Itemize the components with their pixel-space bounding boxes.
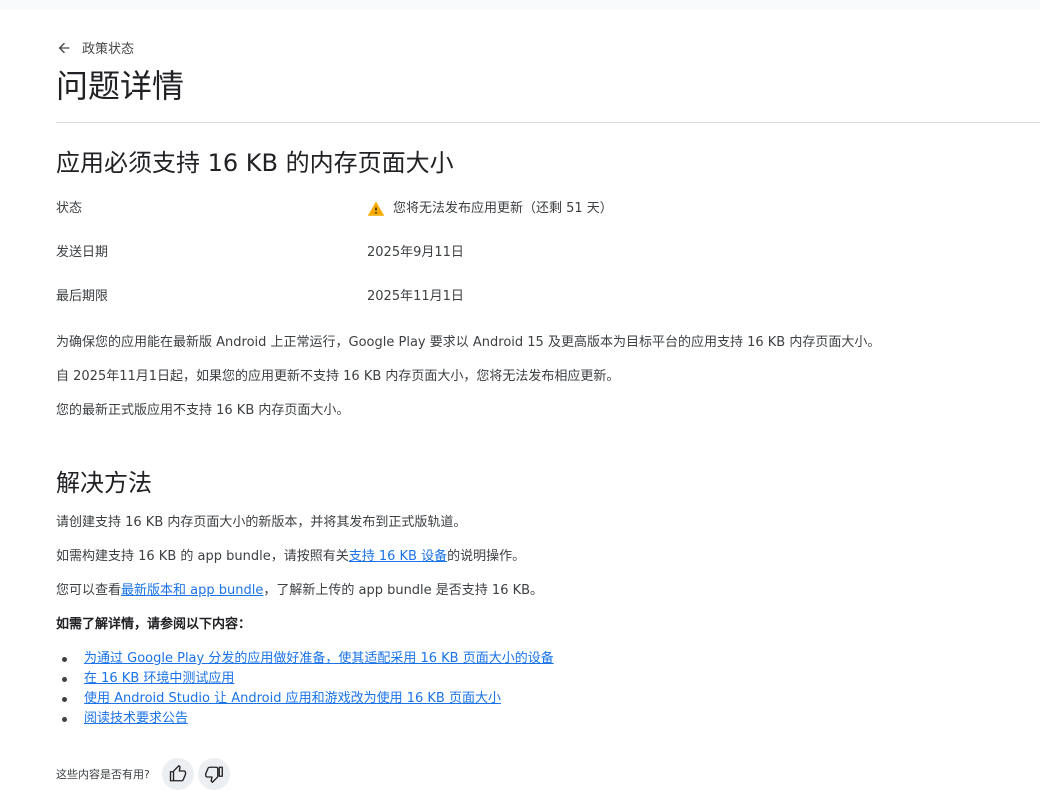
solution-paragraph-1: 请创建支持 16 KB 内存页面大小的新版本，并将其发布到正式版轨道。 <box>56 515 467 530</box>
bullet <box>62 657 67 662</box>
bullet <box>62 677 67 682</box>
solution-p2-text-before: 如需构建支持 16 KB 的 app bundle，请按照有关 <box>56 549 349 564</box>
feedback-bar: 这些内容是否有用? <box>56 758 230 790</box>
tech-requirements-link[interactable]: 阅读技术要求公告 <box>84 711 188 726</box>
support-16kb-devices-link[interactable]: 支持 16 KB 设备 <box>349 549 447 564</box>
bullet <box>62 717 67 722</box>
list-item: 阅读技术要求公告 <box>56 709 554 729</box>
issue-paragraph-1: 为确保您的应用能在最新版 Android 上正常运行，Google Play 要… <box>56 335 881 350</box>
feedback-question: 这些内容是否有用? <box>56 768 150 781</box>
issue-title: 应用必须支持 16 KB 的内存页面大小 <box>56 149 454 177</box>
thumb-down-icon <box>204 766 223 783</box>
status-row: 状态 您将无法发布应用更新（还剩 51 天） <box>56 199 1040 219</box>
list-item: 为通过 Google Play 分发的应用做好准备，使其适配采用 16 KB 页… <box>56 649 554 669</box>
solution-p2-text-after: 的说明操作。 <box>447 549 526 564</box>
issue-paragraph-3: 您的最新正式版应用不支持 16 KB 内存页面大小。 <box>56 403 350 418</box>
solution-title: 解决方法 <box>56 469 152 497</box>
sent-date-row: 发送日期 2025年9月11日 <box>56 243 1040 263</box>
solution-p3-text-after: ，了解新上传的 app bundle 是否支持 16 KB。 <box>263 583 544 598</box>
sent-date-value: 2025年9月11日 <box>367 245 464 260</box>
latest-releases-link[interactable]: 最新版本和 app bundle <box>121 583 263 598</box>
warning-icon <box>367 201 385 216</box>
solution-paragraph-3: 您可以查看最新版本和 app bundle，了解新上传的 app bundle … <box>56 581 543 601</box>
resource-link-list: 为通过 Google Play 分发的应用做好准备，使其适配采用 16 KB 页… <box>56 649 554 729</box>
top-strip <box>0 0 1040 10</box>
thumb-down-button[interactable] <box>197 758 230 790</box>
solution-p3-text-before: 您可以查看 <box>56 583 122 598</box>
thumb-up-icon <box>169 765 187 782</box>
sent-date-label: 发送日期 <box>56 245 109 260</box>
status-value-text: 您将无法发布应用更新（还剩 51 天） <box>393 201 613 216</box>
solution-paragraph-2: 如需构建支持 16 KB 的 app bundle，请按照有关支持 16 KB … <box>56 547 525 567</box>
status-label: 状态 <box>56 201 83 216</box>
arrow-back-icon <box>58 42 70 53</box>
list-item: 使用 Android Studio 让 Android 应用和游戏改为使用 16… <box>56 689 554 709</box>
more-info-label: 如需了解详情，请参阅以下内容： <box>56 617 252 632</box>
prepare-apps-link[interactable]: 为通过 Google Play 分发的应用做好准备，使其适配采用 16 KB 页… <box>84 651 554 666</box>
page-title: 问题详情 <box>56 67 185 105</box>
test-in-16kb-link[interactable]: 在 16 KB 环境中测试应用 <box>84 671 234 686</box>
bullet <box>62 697 67 702</box>
deadline-label: 最后期限 <box>56 289 109 304</box>
issue-paragraph-2: 自 2025年11月1日起，如果您的应用更新不支持 16 KB 内存页面大小，您… <box>56 369 620 384</box>
list-item: 在 16 KB 环境中测试应用 <box>56 669 554 689</box>
deadline-value: 2025年11月1日 <box>367 289 464 304</box>
back-link[interactable]: 政策状态 <box>56 38 134 57</box>
thumb-up-button[interactable] <box>161 758 194 790</box>
back-link-label: 政策状态 <box>82 42 135 57</box>
android-studio-16kb-link[interactable]: 使用 Android Studio 让 Android 应用和游戏改为使用 16… <box>84 691 501 706</box>
deadline-row: 最后期限 2025年11月1日 <box>56 287 1040 307</box>
status-value: 您将无法发布应用更新（还剩 51 天） <box>367 199 613 219</box>
divider <box>56 122 1040 123</box>
